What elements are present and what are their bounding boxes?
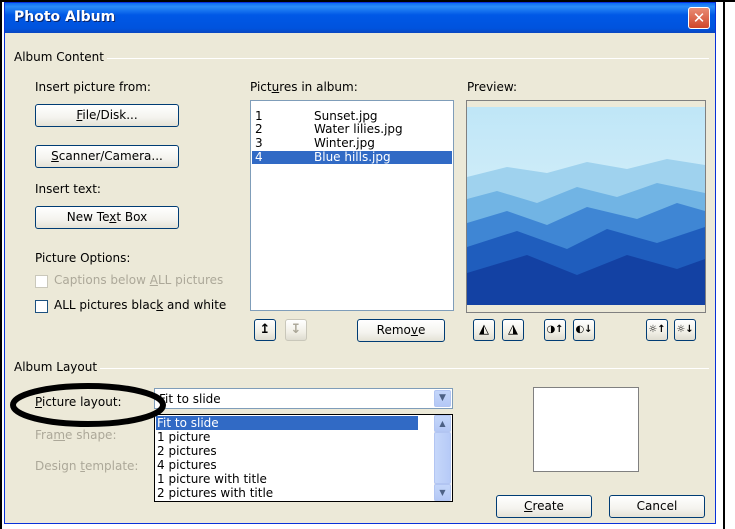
captions-label-pre: Captions below — [54, 273, 150, 287]
new-text-box-label-post: t Box — [116, 210, 148, 224]
window-title: Photo Album — [14, 9, 116, 25]
increase-contrast-button[interactable]: ◑↑ — [544, 319, 566, 341]
picture-index: 2 — [255, 122, 263, 136]
pictures-list[interactable]: 1 Sunset.jpg 2 Water lilies.jpg 3 Winter… — [250, 100, 454, 311]
dropdown-option[interactable]: 2 pictures with title — [156, 486, 418, 500]
pictures-label-post: res in album: — [279, 80, 358, 94]
contrast-down-icon: ◐↓ — [575, 324, 593, 335]
decrease-brightness-button[interactable]: ☼↓ — [674, 319, 696, 341]
page-border-left — [0, 0, 2, 529]
title-bar[interactable]: Photo Album ✕ — [5, 3, 715, 33]
cancel-button[interactable]: Cancel — [609, 495, 705, 518]
frame-shape-label-ul: m — [53, 428, 66, 442]
dropdown-option[interactable]: 4 pictures — [156, 458, 418, 472]
design-template-label-pre: Design — [35, 459, 81, 473]
arrow-up-icon: ↥ — [259, 322, 271, 337]
preview-image — [467, 107, 705, 305]
file-disk-button-label-post: ile/Disk... — [82, 108, 138, 122]
chevron-down-icon: ▼ — [439, 393, 446, 403]
album-layout-group-label: Album Layout — [11, 360, 101, 374]
captions-label-ul: A — [149, 273, 158, 287]
captions-checkbox-label: Captions below ALL pictures — [54, 273, 223, 287]
scroll-down-icon: ▼ — [439, 488, 446, 497]
brightness-up-icon: ☼↑ — [648, 324, 666, 335]
scroll-up-button[interactable]: ▲ — [434, 415, 451, 432]
close-button[interactable]: ✕ — [688, 7, 710, 29]
photo-album-dialog: Photo Album ✕ Album Content Insert pictu… — [4, 2, 716, 524]
design-template-label-post: emplate: — [84, 459, 139, 473]
picture-layout-dropdown[interactable]: Fit to slide 1 picture 2 pictures 4 pict… — [154, 414, 453, 502]
decrease-contrast-button[interactable]: ◐↓ — [573, 319, 595, 341]
dropdown-option[interactable]: 2 pictures — [156, 444, 418, 458]
insert-text-label: Insert text: — [35, 182, 101, 196]
move-up-button[interactable]: ↥ — [254, 319, 276, 341]
picture-options-label: Picture Options: — [35, 251, 131, 265]
dropdown-scrollbar[interactable]: ▲ ▼ — [434, 415, 451, 501]
contrast-up-icon: ◑↑ — [546, 324, 564, 335]
increase-brightness-button[interactable]: ☼↑ — [646, 319, 668, 341]
black-and-white-checkbox-label: ALL pictures black and white — [54, 298, 226, 312]
rotate-right-icon: ◮ — [508, 322, 518, 337]
create-label-post: reate — [532, 499, 564, 513]
insert-picture-from-label: Insert picture from: — [35, 80, 151, 94]
remove-label-ul: v — [410, 323, 418, 337]
frame-shape-label-post: e shape: — [65, 428, 117, 442]
picture-name: Blue hills.jpg — [314, 150, 391, 164]
picture-name: Winter.jpg — [314, 136, 375, 150]
picture-layout-select[interactable]: Fit to slide ▼ — [154, 388, 453, 409]
album-content-divider — [13, 58, 709, 59]
picture-layout-dropdown-button[interactable]: ▼ — [434, 390, 451, 407]
dropdown-option[interactable]: 1 picture with title — [156, 472, 418, 486]
scanner-button-label-post: canner/Camera... — [58, 149, 163, 163]
close-icon: ✕ — [692, 9, 706, 27]
dropdown-option-selected[interactable]: Fit to slide — [156, 416, 418, 430]
move-down-button[interactable]: ↧ — [285, 319, 307, 341]
picture-layout-value: Fit to slide — [159, 392, 221, 406]
list-item[interactable]: 2 Water lilies.jpg — [252, 123, 452, 136]
design-template-label: Design template: — [35, 459, 138, 473]
captions-label-post: LL pictures — [157, 273, 224, 287]
frame-shape-label-pre: Fra — [35, 428, 54, 442]
remove-button[interactable]: Remove — [357, 319, 445, 342]
black-and-white-checkbox[interactable] — [35, 300, 48, 313]
preview-frame — [466, 100, 706, 313]
pictures-label-pre: Pict — [250, 80, 272, 94]
bw-label-post: and white — [163, 298, 227, 312]
page-border-right — [723, 0, 725, 529]
list-item[interactable]: 3 Winter.jpg — [252, 137, 452, 150]
captions-checkbox[interactable] — [35, 275, 48, 288]
scroll-up-icon: ▲ — [439, 419, 446, 428]
scanner-button-label-ul: S — [51, 149, 59, 163]
picture-index: 3 — [255, 136, 263, 150]
list-item-selected[interactable]: 4 Blue hills.jpg — [252, 151, 452, 164]
remove-label-post: e — [417, 323, 426, 337]
album-layout-divider — [13, 368, 709, 369]
scroll-down-button[interactable]: ▼ — [434, 484, 451, 501]
annotation-ellipse — [10, 383, 166, 427]
create-button[interactable]: Create — [496, 495, 592, 518]
file-disk-button[interactable]: File/Disk... — [35, 104, 179, 127]
rotate-left-button[interactable]: ◭ — [473, 319, 495, 341]
pictures-in-album-label: Pictures in album: — [250, 80, 358, 94]
picture-index: 4 — [255, 150, 263, 164]
new-text-box-label-pre: New Te — [66, 210, 110, 224]
layout-preview — [533, 387, 639, 472]
scanner-camera-button[interactable]: Scanner/Camera... — [35, 145, 179, 168]
frame-shape-label: Frame shape: — [35, 428, 116, 442]
rotate-left-icon: ◭ — [479, 322, 489, 337]
rotate-right-button[interactable]: ◮ — [502, 319, 524, 341]
album-content-group-label: Album Content — [11, 50, 107, 64]
arrow-down-icon: ↧ — [290, 322, 302, 337]
brightness-down-icon: ☼↓ — [676, 324, 694, 335]
dropdown-option[interactable]: 1 picture — [156, 430, 418, 444]
remove-label-pre: Remo — [376, 323, 411, 337]
new-text-box-button[interactable]: New Text Box — [35, 206, 179, 229]
picture-name: Water lilies.jpg — [314, 122, 403, 136]
scroll-thumb[interactable] — [434, 432, 451, 484]
preview-label: Preview: — [467, 80, 518, 94]
bw-label-pre: ALL pictures blac — [54, 298, 157, 312]
